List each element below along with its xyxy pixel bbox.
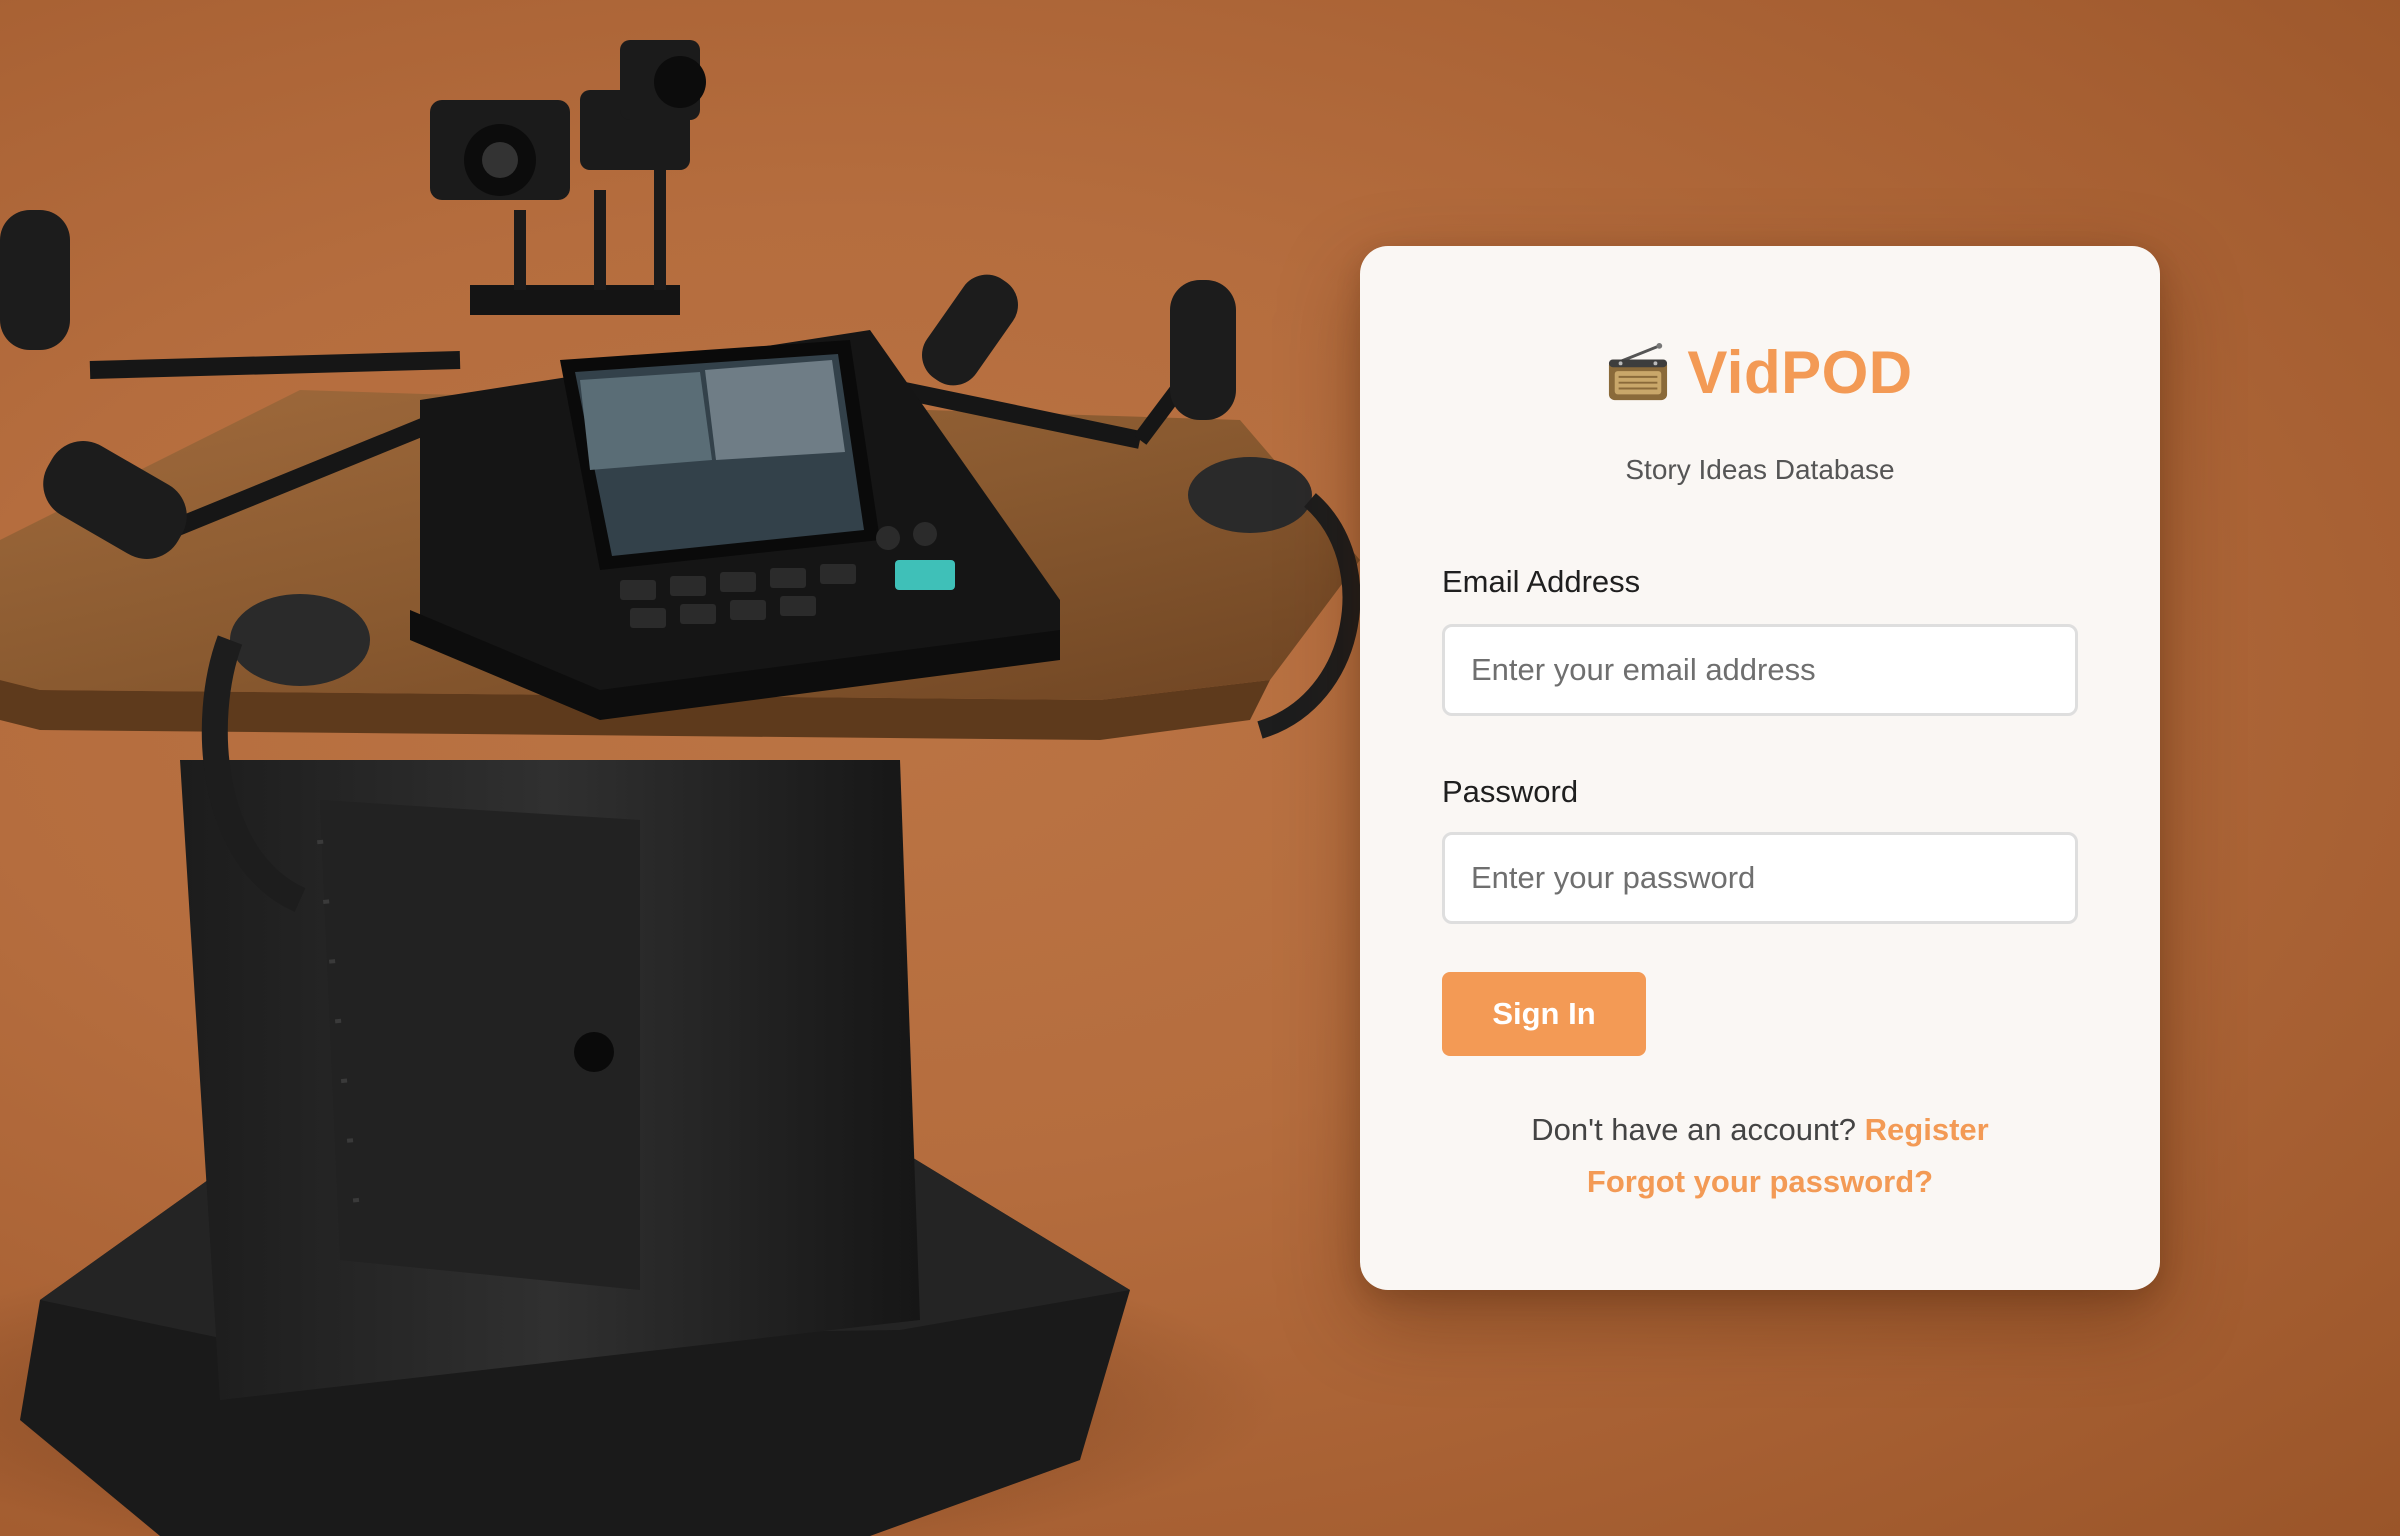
app-subtitle: Story Ideas Database (1625, 454, 1895, 485)
radio-icon (1609, 342, 1668, 400)
background-studio-image (0, 40, 1361, 1536)
register-row: Don't have an account? Register (1360, 1112, 2160, 1148)
brand-header: VidPOD (1360, 338, 2160, 407)
app-title: VidPOD (1687, 339, 1913, 406)
login-card: VidPOD Story Ideas Database Email Addres… (1360, 246, 2160, 1290)
password-label: Password (1442, 774, 1579, 809)
forgot-row: Forgot your password? (1360, 1164, 2160, 1200)
email-input[interactable] (1442, 624, 2078, 716)
register-link[interactable]: Register (1865, 1112, 1989, 1147)
password-input[interactable] (1442, 832, 2078, 924)
email-label: Email Address (1442, 564, 1641, 599)
sign-in-button[interactable]: Sign In (1442, 972, 1646, 1056)
forgot-password-link[interactable]: Forgot your password? (1587, 1164, 1933, 1199)
register-prompt: Don't have an account? (1531, 1112, 1857, 1147)
